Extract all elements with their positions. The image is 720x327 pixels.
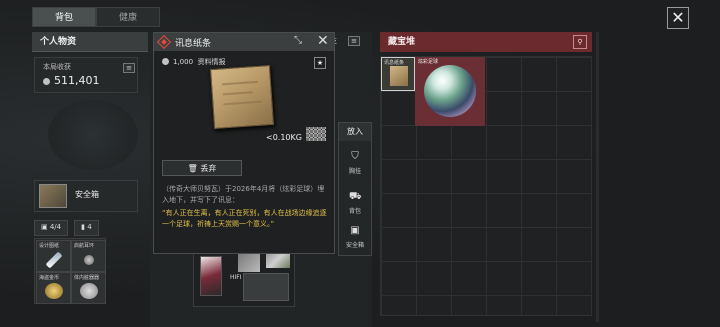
- paper-note-thumb: [390, 66, 408, 86]
- treasure-grid: [380, 56, 592, 316]
- item-quote: “有人正在生离，有人正在死别，有人在战场边缘追逐一个足球，祈祷上天赏赐一个意义。…: [162, 209, 327, 228]
- battery-counter: ▮ 4: [74, 220, 99, 236]
- treasure-item-note[interactable]: 讯息纸条: [381, 57, 415, 91]
- tab-health[interactable]: 健康: [96, 7, 160, 27]
- item-weight: <0.10KG: [266, 133, 302, 142]
- item-detail-popup: 讯息纸条 ⤡ ✕ 1,000 资料情报 ★ <0.10KG 🗑 丢弃 （传奇大师…: [153, 32, 335, 254]
- put-in-menu: 放入 ⛉ 胸挂 ⛟ 背包 ▣ 安全箱: [338, 122, 372, 256]
- tab-backpack[interactable]: 背包: [32, 7, 96, 27]
- mid-list-icon[interactable]: ≡: [348, 36, 360, 46]
- put-in-header: 放入: [339, 123, 371, 141]
- income-value: 511,401: [43, 74, 100, 87]
- item-value-row: 1,000 资料情报: [162, 57, 226, 67]
- pin-icon[interactable]: ⚲: [573, 35, 587, 49]
- safebox-counter: ▣ 4/4: [34, 220, 69, 236]
- treasure-pile-header: 藏宝堆: [380, 32, 592, 52]
- income-box: 本局收获 511,401 ≡: [34, 57, 138, 93]
- mid-item-hifi-label: HIFI: [230, 274, 242, 281]
- paper-note-image: [209, 64, 275, 130]
- vest-emblem: [48, 100, 138, 170]
- football-image: [424, 65, 476, 117]
- mid-item-hifi[interactable]: [243, 273, 289, 301]
- capacity-counters: ▣ 4/4 ▮ 4: [34, 220, 138, 236]
- coin-icon: [162, 58, 169, 65]
- vest-icon: ⛉: [351, 151, 359, 162]
- slot-item[interactable]: 启航耳环: [71, 240, 106, 272]
- favorite-star-icon[interactable]: ★: [314, 57, 326, 69]
- safe-box-label: 安全箱: [75, 190, 99, 199]
- put-in-safebox-button[interactable]: ▣ 安全箱: [339, 219, 371, 255]
- item-size-icon: [306, 127, 326, 141]
- safe-box-slot[interactable]: 安全箱: [34, 180, 138, 212]
- safe-box-thumbnail: [39, 184, 67, 208]
- safe-box-contents: 设计图纸 启航耳环 海盗金币 体内脏器器: [34, 238, 106, 304]
- scrollbar[interactable]: [596, 32, 599, 322]
- list-icon[interactable]: ≡: [123, 63, 135, 73]
- personal-supplies-header: 个人物资: [32, 32, 148, 52]
- slot-item[interactable]: 体内脏器器: [71, 272, 106, 304]
- tab-bar: 背包 健康: [32, 7, 160, 27]
- slot-item[interactable]: 设计图纸: [36, 240, 71, 272]
- discard-button[interactable]: 🗑 丢弃: [162, 160, 242, 176]
- mid-item-device[interactable]: [238, 252, 260, 272]
- slot-item[interactable]: 海盗金币: [36, 272, 71, 304]
- close-button[interactable]: ✕: [667, 7, 689, 29]
- popup-close-icon[interactable]: ✕: [317, 33, 329, 49]
- safebox-icon: ▣: [350, 225, 360, 236]
- popup-title: 讯息纸条: [175, 39, 212, 49]
- put-in-backpack-button[interactable]: ⛟ 背包: [339, 185, 371, 221]
- income-label: 本局收获: [43, 63, 71, 71]
- mid-item-card[interactable]: [200, 256, 222, 296]
- backpack-icon: ⛟: [349, 191, 362, 202]
- item-description: （传奇大师贝努瓦）于2026年4月将（炫彩足球）埋入地下，并写下了讯息：: [162, 185, 325, 204]
- item-category: 资料情报: [197, 58, 226, 66]
- treasure-item-football[interactable]: 炫彩足球: [415, 57, 485, 126]
- coin-icon: [43, 78, 50, 85]
- collapse-icon[interactable]: ⤡: [294, 35, 302, 46]
- put-in-vest-button[interactable]: ⛉ 胸挂: [339, 145, 371, 181]
